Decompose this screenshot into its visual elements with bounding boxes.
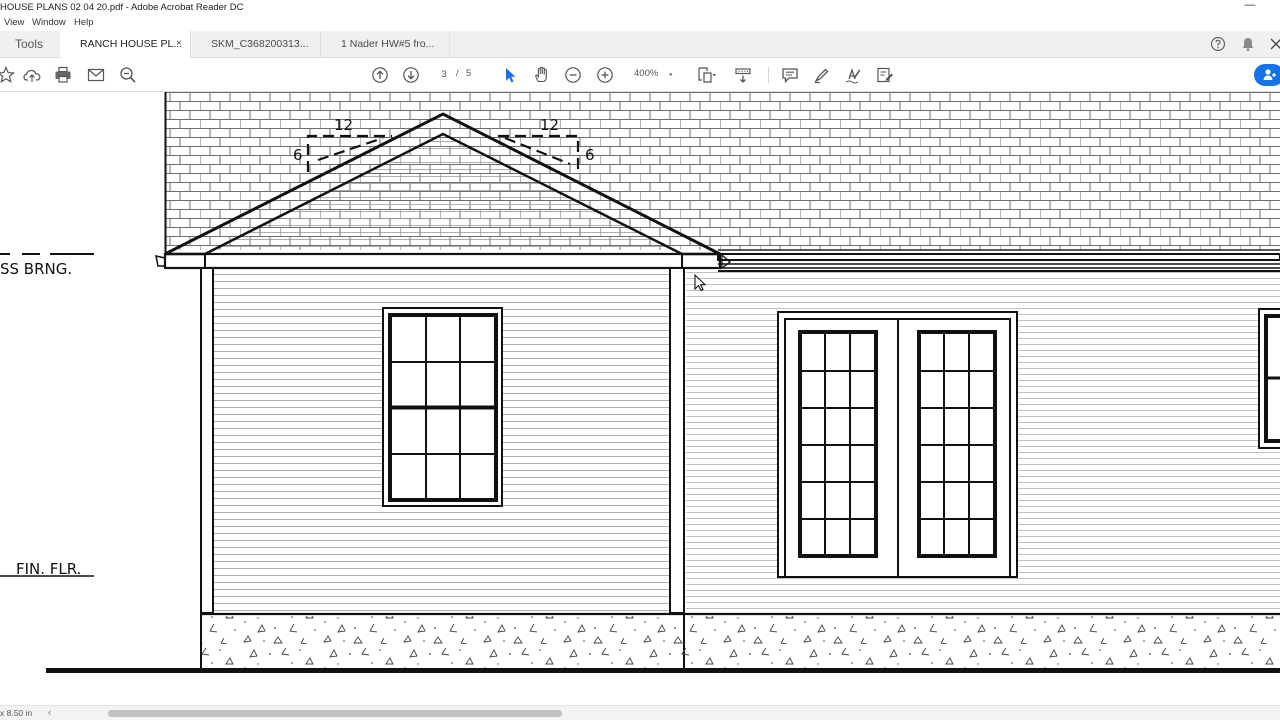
toolbar: 3 / 5 400% — [0, 58, 1280, 92]
select-arrow-icon[interactable] — [500, 65, 520, 85]
print-icon[interactable] — [53, 65, 73, 85]
page-number-input[interactable]: 3 — [432, 66, 456, 83]
menu-help[interactable]: Help — [74, 17, 94, 28]
toolbar-divider — [768, 67, 769, 83]
search-zoom-icon[interactable] — [118, 65, 138, 85]
tab-label: SKM_C368200313... — [211, 38, 309, 50]
next-page-icon[interactable] — [401, 65, 421, 85]
tab-document-skm[interactable]: SKM_C368200313... — [190, 31, 320, 58]
bearing-label: SS BRNG. — [0, 260, 72, 278]
finish-floor-label: FIN. FLR. — [16, 560, 81, 578]
fill-sign-icon[interactable] — [875, 65, 895, 85]
tab-document-nader[interactable]: 1 Nader HW#5 fro... — [320, 31, 450, 58]
bell-icon[interactable] — [1240, 36, 1256, 52]
tab-label: RANCH HOUSE PL... — [80, 38, 183, 50]
window-title: HOUSE PLANS 02 04 20.pdf - Adobe Acrobat… — [0, 2, 244, 13]
menu-bar: View Window Help — [0, 16, 1280, 31]
sign-icon[interactable] — [843, 65, 863, 85]
comment-icon[interactable] — [780, 65, 800, 85]
french-doors — [777, 311, 1018, 578]
star-icon[interactable] — [0, 65, 16, 85]
zoom-in-icon[interactable] — [595, 65, 615, 85]
zoom-value: 400% — [634, 68, 659, 79]
highlight-icon[interactable] — [812, 65, 832, 85]
page-fit-icon[interactable] — [696, 65, 716, 85]
gable-window — [382, 307, 503, 507]
title-bar: HOUSE PLANS 02 04 20.pdf - Adobe Acrobat… — [0, 0, 1280, 16]
tab-tools[interactable]: Tools — [0, 31, 58, 58]
close-icon[interactable] — [1268, 36, 1280, 52]
tab-bar: Tools RANCH HOUSE PL... × SKM_C368200313… — [0, 31, 1280, 59]
pitch-left-run: 12 — [334, 116, 353, 134]
elevation-drawing: SS BRNG. FIN. FLR. 12 6 12 6 — [0, 92, 1280, 673]
hand-icon[interactable] — [532, 65, 552, 85]
horizontal-scrollbar-thumb[interactable] — [108, 710, 562, 717]
help-icon[interactable] — [1210, 36, 1226, 52]
pitch-left-rise: 6 — [293, 146, 303, 164]
page-total: 5 — [466, 68, 472, 79]
cloud-upload-icon[interactable] — [22, 65, 42, 85]
scroll-left-icon[interactable]: ‹ — [48, 707, 51, 717]
pitch-right-run: 12 — [540, 116, 559, 134]
previous-page-icon[interactable] — [370, 65, 390, 85]
tab-close-icon[interactable]: × — [176, 38, 182, 49]
zoom-out-icon[interactable] — [563, 65, 583, 85]
minimize-button[interactable]: — — [1244, 0, 1256, 13]
page-size-label: x 8.50 in — [0, 708, 33, 718]
pitch-right-rise: 6 — [585, 146, 595, 164]
chevron-down-icon[interactable] — [664, 65, 684, 85]
page-separator: / — [456, 68, 459, 79]
status-bar: x 8.50 in ‹ — [0, 705, 1280, 720]
tab-document-ranch-house[interactable]: RANCH HOUSE PL... × — [60, 31, 190, 59]
scroll-mode-icon[interactable] — [733, 65, 753, 85]
menu-view[interactable]: View — [4, 17, 24, 28]
email-icon[interactable] — [86, 65, 106, 85]
share-person-icon[interactable] — [1254, 64, 1280, 86]
document-view[interactable]: SS BRNG. FIN. FLR. 12 6 12 6 — [0, 92, 1280, 705]
menu-window[interactable]: Window — [32, 17, 66, 28]
partial-window-right — [1258, 308, 1280, 449]
tab-label: 1 Nader HW#5 fro... — [341, 38, 435, 50]
